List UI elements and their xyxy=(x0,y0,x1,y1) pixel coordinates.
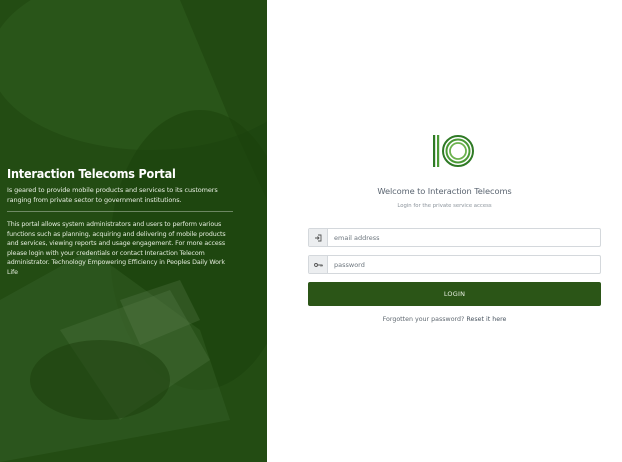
password-field xyxy=(308,255,601,274)
welcome-heading: Welcome to Interaction Telecoms xyxy=(377,186,512,196)
email-input[interactable] xyxy=(328,229,600,246)
login-arrow-icon xyxy=(309,229,328,246)
reset-password-link[interactable]: Reset it here xyxy=(466,316,506,323)
password-input[interactable] xyxy=(328,256,600,273)
hero-panel: Interaction Telecoms Portal Is geared to… xyxy=(0,0,267,462)
key-icon xyxy=(309,256,328,273)
forgot-password-text: Forgotten your password? xyxy=(382,316,465,323)
portal-title: Interaction Telecoms Portal xyxy=(7,166,176,181)
login-tagline: Login for the private service access xyxy=(397,203,492,209)
portal-subtitle: Is geared to provide mobile products and… xyxy=(7,186,218,204)
email-field xyxy=(308,228,601,247)
hero-divider xyxy=(7,211,233,212)
forgot-password: Forgotten your password? Reset it here xyxy=(267,316,622,323)
hero-content: Interaction Telecoms Portal Is geared to… xyxy=(7,166,235,278)
login-button[interactable]: LOGIN xyxy=(308,282,601,306)
portal-description: This portal allows system administrators… xyxy=(7,221,226,276)
interaction-telecoms-logo xyxy=(433,135,474,167)
login-panel: Welcome to Interaction Telecoms Login fo… xyxy=(267,0,622,462)
